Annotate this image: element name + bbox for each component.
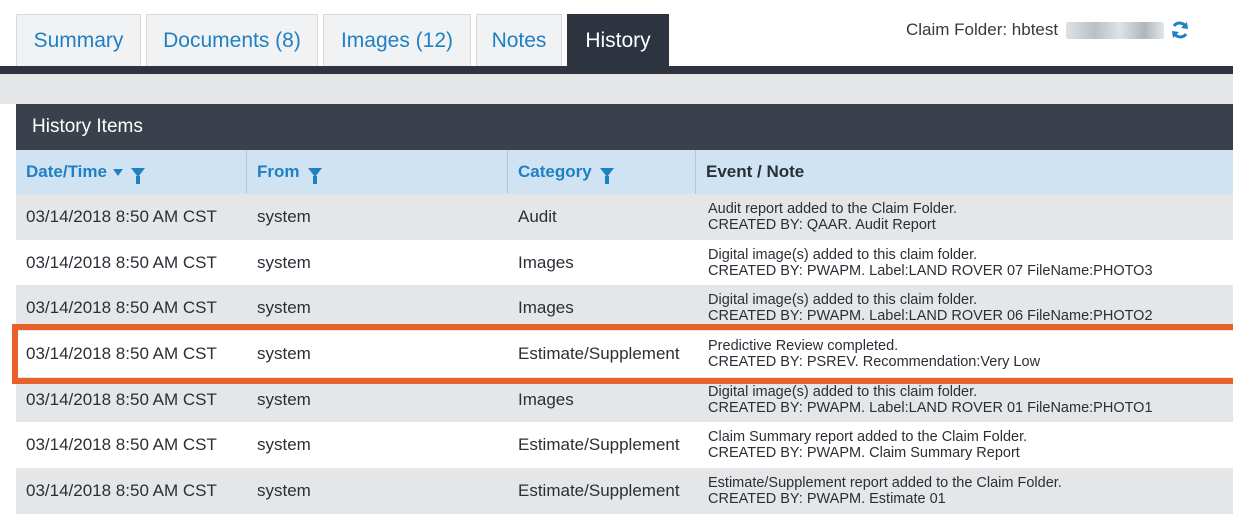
- panel-title-text: History Items: [32, 116, 143, 137]
- column-datetime-label: Date/Time: [26, 162, 107, 181]
- cell-datetime: 03/14/2018 8:50 AM CST: [26, 298, 217, 318]
- table-row[interactable]: 03/14/2018 8:50 AM CST system Images Dig…: [16, 376, 1233, 423]
- cell-event: Digital image(s) added to this claim fol…: [696, 285, 1233, 331]
- filter-icon[interactable]: [599, 167, 614, 184]
- cell-from: system: [257, 389, 311, 409]
- cell-from: system: [257, 480, 311, 500]
- table-row[interactable]: 03/14/2018 8:50 AM CST system Estimate/S…: [16, 468, 1233, 514]
- cell-category: Estimate/Supplement: [518, 343, 680, 363]
- claim-folder-info: Claim Folder: hbtest: [906, 20, 1190, 40]
- column-from-label: From: [257, 162, 300, 181]
- filter-icon[interactable]: [130, 167, 145, 184]
- tab-bar: Summary Documents (8) Images (12) Notes …: [0, 0, 1233, 70]
- event-created-by: CREATED BY: PWAPM. Estimate 01: [708, 490, 946, 507]
- cell-datetime: 03/14/2018 8:50 AM CST: [26, 480, 217, 500]
- cell-from: system: [257, 252, 311, 272]
- claim-folder-redacted: [1066, 21, 1165, 39]
- column-event-note[interactable]: Event / Note: [696, 150, 1233, 194]
- tab-documents[interactable]: Documents (8): [146, 14, 318, 66]
- cell-datetime: 03/14/2018 8:50 AM CST: [26, 389, 217, 409]
- event-created-by: CREATED BY: PWAPM. Label:LAND ROVER 01 F…: [708, 399, 1153, 416]
- cell-from: system: [257, 343, 311, 363]
- cell-category: Audit: [518, 206, 557, 226]
- cell-category: Images: [518, 252, 574, 272]
- claim-folder-label: Claim Folder: hbtest: [906, 20, 1059, 39]
- event-line: Digital image(s) added to this claim fol…: [708, 383, 978, 400]
- cell-event: Audit report added to the Claim Folder. …: [696, 194, 1233, 240]
- cell-from: system: [257, 206, 311, 226]
- filter-icon[interactable]: [307, 167, 322, 184]
- tab-summary[interactable]: Summary: [16, 14, 141, 66]
- cell-event: Predictive Review completed. CREATED BY:…: [696, 331, 1233, 377]
- panel-title: History Items: [16, 104, 1233, 150]
- cell-event: Digital image(s) added to this claim fol…: [696, 240, 1233, 286]
- tab-history[interactable]: History: [567, 14, 669, 66]
- event-created-by: CREATED BY: PSREV. Recommendation:Very L…: [708, 353, 1041, 370]
- cell-category: Images: [518, 389, 574, 409]
- cell-event: Claim Summary report added to the Claim …: [696, 422, 1233, 468]
- table-row[interactable]: 03/14/2018 8:50 AM CST system Images Dig…: [16, 239, 1233, 286]
- cell-from: system: [257, 298, 311, 318]
- table-header: Date/Time From Category Event / Note: [16, 150, 1233, 194]
- cell-category: Estimate/Supplement: [518, 480, 680, 500]
- sort-desc-icon[interactable]: [112, 168, 123, 176]
- table-row[interactable]: 03/14/2018 8:50 AM CST system Estimate/S…: [16, 422, 1233, 469]
- event-created-by: CREATED BY: PWAPM. Label:LAND ROVER 06 F…: [708, 308, 1153, 325]
- table-row[interactable]: 03/14/2018 8:50 AM CST system Images Dig…: [16, 285, 1233, 332]
- spacer-band: [0, 74, 1233, 104]
- cell-category: Images: [518, 298, 574, 318]
- event-line: Digital image(s) added to this claim fol…: [708, 246, 978, 263]
- refresh-icon[interactable]: [1170, 20, 1190, 40]
- cell-event: Digital image(s) added to this claim fol…: [696, 377, 1233, 423]
- column-from[interactable]: From: [247, 150, 508, 194]
- event-created-by: CREATED BY: QAAR. Audit Report: [708, 216, 936, 233]
- event-line: Claim Summary report added to the Claim …: [708, 429, 1028, 446]
- cell-event: Estimate/Supplement report added to the …: [696, 468, 1233, 514]
- column-event-label: Event / Note: [706, 162, 805, 181]
- event-created-by: CREATED BY: PWAPM. Label:LAND ROVER 07 F…: [708, 262, 1153, 279]
- tab-underline-bar: [0, 66, 1233, 74]
- event-line: Digital image(s) added to this claim fol…: [708, 292, 978, 309]
- cell-datetime: 03/14/2018 8:50 AM CST: [26, 343, 217, 363]
- cell-datetime: 03/14/2018 8:50 AM CST: [26, 435, 217, 455]
- tab-notes[interactable]: Notes: [476, 14, 562, 66]
- cell-category: Estimate/Supplement: [518, 435, 680, 455]
- table-row-highlighted[interactable]: 03/14/2018 8:50 AM CST system Estimate/S…: [16, 331, 1233, 377]
- cell-datetime: 03/14/2018 8:50 AM CST: [26, 252, 217, 272]
- column-category[interactable]: Category: [508, 150, 696, 194]
- history-table-body: 03/14/2018 8:50 AM CST system Audit Audi…: [16, 194, 1233, 514]
- event-line: Predictive Review completed.: [708, 337, 899, 354]
- event-created-by: CREATED BY: PWAPM. Claim Summary Report: [708, 445, 1020, 462]
- tab-images[interactable]: Images (12): [323, 14, 471, 66]
- cell-from: system: [257, 435, 311, 455]
- column-category-label: Category: [518, 162, 592, 181]
- table-row[interactable]: 03/14/2018 8:50 AM CST system Audit Audi…: [16, 194, 1233, 240]
- column-datetime[interactable]: Date/Time: [16, 150, 247, 194]
- event-line: Estimate/Supplement report added to the …: [708, 474, 1062, 491]
- cell-datetime: 03/14/2018 8:50 AM CST: [26, 206, 217, 226]
- event-line: Audit report added to the Claim Folder.: [708, 200, 958, 217]
